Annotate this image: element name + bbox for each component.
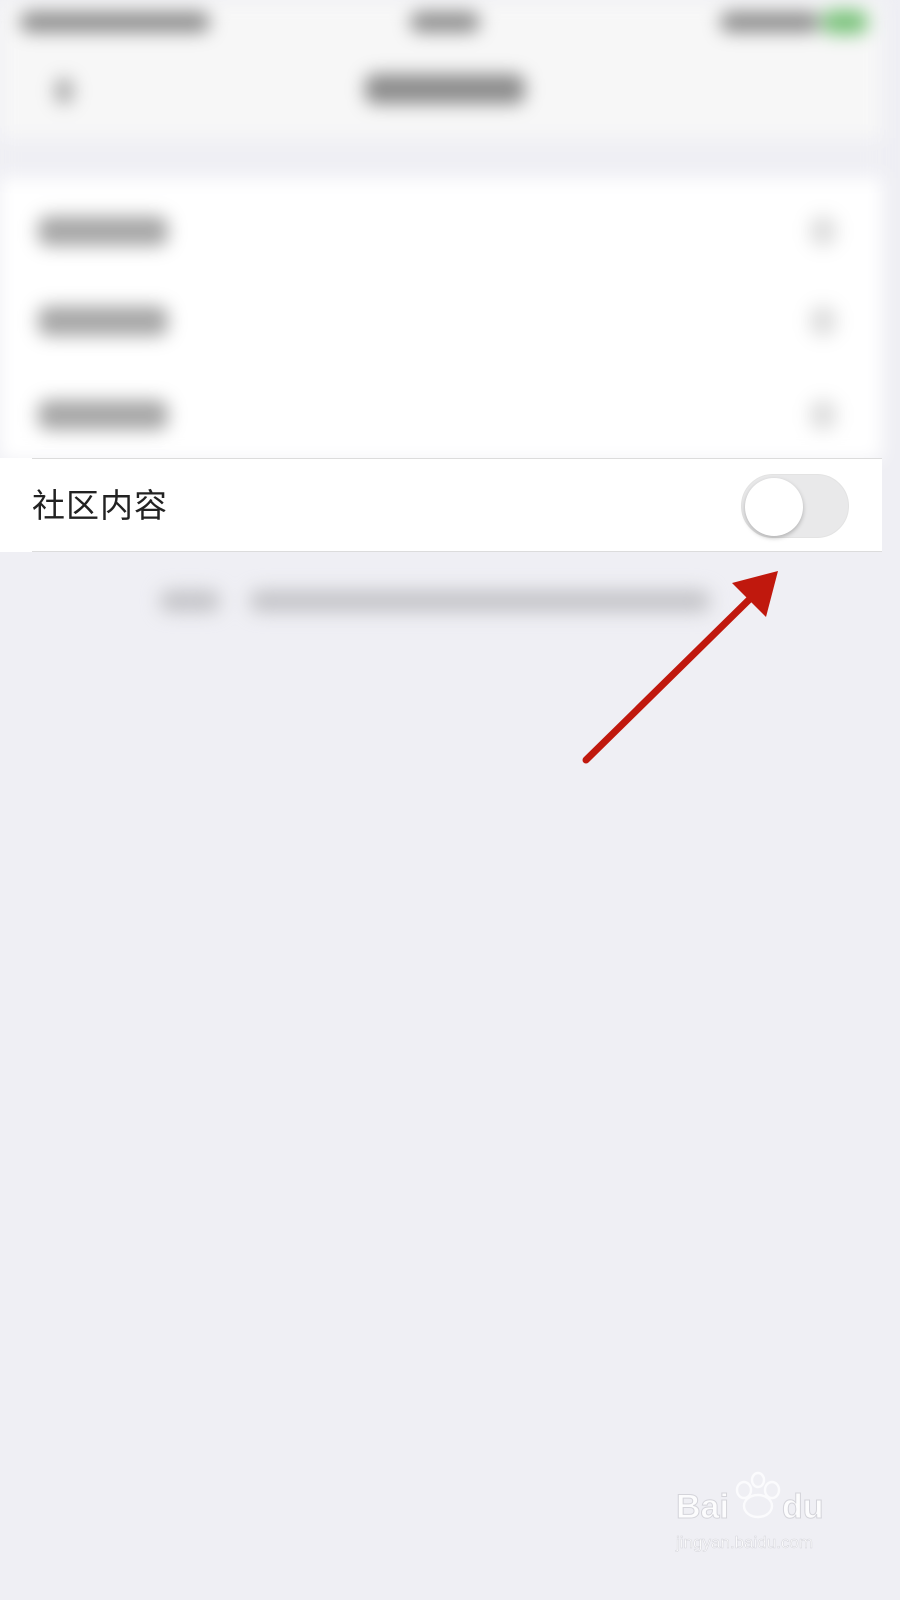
blurred-footer-note bbox=[160, 590, 720, 616]
svg-text:du: du bbox=[782, 1488, 824, 1526]
community-content-toggle[interactable] bbox=[741, 474, 849, 538]
svg-text:jingyan.baidu.com: jingyan.baidu.com bbox=[675, 1533, 813, 1552]
divider bbox=[32, 551, 882, 552]
divider bbox=[32, 458, 882, 459]
watermark: Bai du jingyan.baidu.com bbox=[672, 1466, 842, 1556]
setting-label: 社区内容 bbox=[32, 486, 168, 525]
blurred-settings-list bbox=[0, 178, 882, 460]
status-bar bbox=[0, 0, 882, 48]
blurred-background-content bbox=[0, 0, 882, 760]
nav-bar bbox=[0, 48, 882, 138]
toggle-knob[interactable] bbox=[745, 478, 803, 536]
setting-row-community-content: 社区内容 bbox=[0, 458, 882, 552]
baidu-paw-icon: Bai du jingyan.baidu.com bbox=[675, 1471, 824, 1552]
svg-text:Bai: Bai bbox=[676, 1488, 729, 1526]
arrow-pointer-icon bbox=[582, 571, 778, 764]
